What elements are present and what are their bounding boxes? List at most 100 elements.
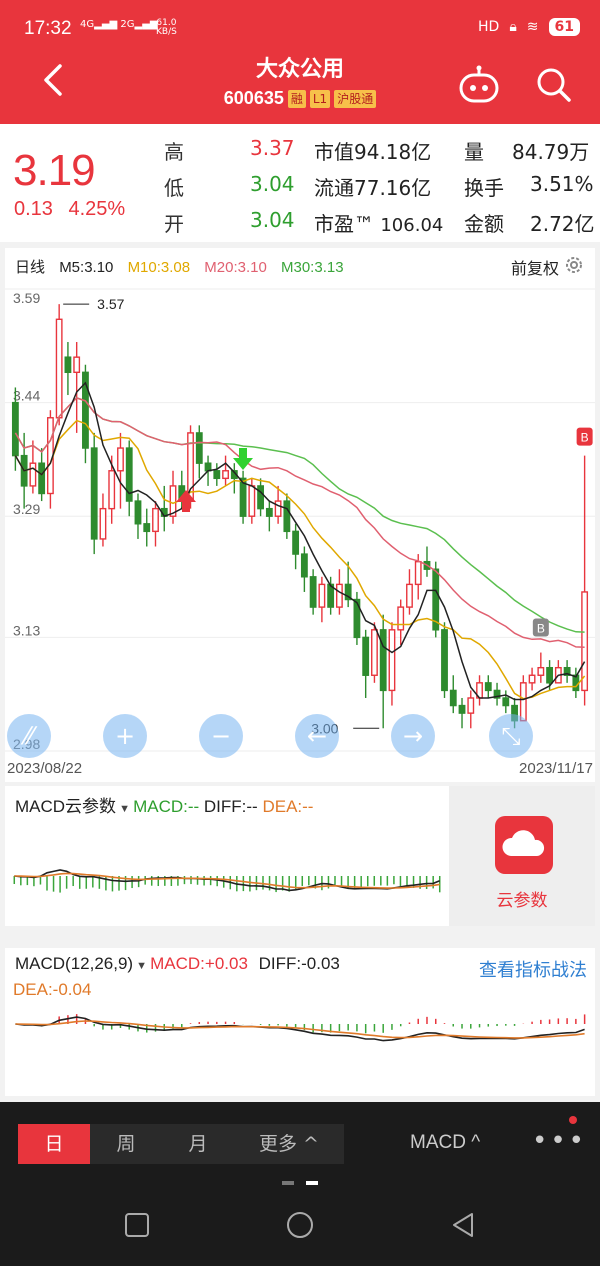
quote-low: 低 xyxy=(164,172,184,201)
candle-body xyxy=(335,583,343,608)
macd-cloud-card: MACD云参数 ▼ MACD:-- DIFF:-- DEA:-- 云参数 xyxy=(5,786,595,926)
caret-down-icon[interactable]: ▼ xyxy=(133,960,150,972)
fullscreen-icon[interactable]: ⤡ xyxy=(489,714,533,758)
mktcap-row: 市值94.18亿 xyxy=(314,136,431,165)
float-row: 流通77.16亿 xyxy=(314,172,431,201)
candle-body xyxy=(441,629,448,692)
candle-body xyxy=(55,318,63,419)
y-tick-label: 3.29 xyxy=(13,501,40,517)
kline-plot[interactable]: 3.593.443.293.132.98 3.573.00BB xyxy=(5,281,595,757)
ma10-line xyxy=(14,419,586,700)
ma10-label: M10:3.08 xyxy=(127,259,191,276)
macd-select[interactable]: MACD(12,26,9) xyxy=(15,954,133,973)
pe-label: 市盈™ xyxy=(314,212,374,236)
candle-body xyxy=(362,636,370,676)
candle-body xyxy=(388,629,396,692)
period-tabs: 日 周 月 更多 ^ xyxy=(18,1124,344,1164)
scroll-right-icon[interactable]: → xyxy=(391,714,435,758)
candle-body xyxy=(502,697,510,707)
candle-body xyxy=(257,485,265,510)
last-price: 3.19 xyxy=(13,146,96,195)
float-label: 流通 xyxy=(314,176,354,200)
candle-body xyxy=(265,507,273,517)
wifi-icon: ≋ xyxy=(526,19,539,35)
buy-marker-label: B xyxy=(537,622,545,636)
signal-icon: 4G▂▄▆ 2G▂▄▆ xyxy=(80,19,158,30)
indicator-select[interactable]: MACD ^ xyxy=(410,1132,480,1154)
adjust-toggle[interactable]: 前复权 xyxy=(511,255,559,279)
quote-high: 高 xyxy=(164,136,184,165)
ma5-label: M5:3.10 xyxy=(59,259,114,276)
ma-legend: 日线 M5:3.10 M10:3.08 M20:3.10 M30:3.13 xyxy=(15,256,354,277)
candle-body xyxy=(143,523,151,533)
buy-marker-label: B xyxy=(581,431,589,445)
nav-back-icon[interactable] xyxy=(448,1210,478,1240)
candle-body xyxy=(300,553,308,578)
price-change: 0.13 4.25% xyxy=(14,198,125,221)
bottom-bar: 日 周 月 更多 ^ MACD ^ ••• xyxy=(0,1102,600,1266)
ma5-line xyxy=(14,381,586,701)
macd-cloud-dea: DEA:-- xyxy=(262,797,314,816)
candle-body xyxy=(248,485,256,517)
battery-icon: 61 xyxy=(548,18,580,36)
y-tick-label: 3.59 xyxy=(13,290,40,306)
strategy-link[interactable]: 查看指标战法 xyxy=(479,956,587,982)
candle-body xyxy=(449,689,457,707)
down-arrow-icon xyxy=(233,448,253,470)
candle-body xyxy=(73,356,81,374)
max-price-label: 3.57 xyxy=(97,296,124,312)
high-value: 3.37 xyxy=(250,136,295,160)
mktcap-value: 94.18亿 xyxy=(354,140,432,164)
candle-body xyxy=(581,591,589,692)
stock-code: 600635 xyxy=(223,88,284,108)
candle-body xyxy=(283,500,291,533)
tag-connect: 沪股通 xyxy=(334,89,377,108)
macd-header: MACD(12,26,9) ▼ MACD:+0.03 DIFF:-0.03 xyxy=(15,954,340,974)
scroll-left-icon[interactable]: ← xyxy=(295,714,339,758)
tab-month[interactable]: 月 xyxy=(162,1124,234,1164)
tab-more[interactable]: 更多 ^ xyxy=(234,1124,344,1164)
macd-value: MACD:+0.03 xyxy=(150,954,248,973)
float-value: 77.16亿 xyxy=(354,176,432,200)
net-label-1: 4G xyxy=(80,19,95,30)
search-icon[interactable] xyxy=(534,65,574,105)
stock-code-row: 600635 融 L1 沪股通 xyxy=(0,88,600,109)
macd-cloud-select[interactable]: MACD云参数 xyxy=(15,797,116,816)
candle-body xyxy=(11,401,19,457)
zoom-in-icon[interactable]: + xyxy=(103,714,147,758)
nav-home-icon[interactable] xyxy=(285,1210,315,1240)
header-bar: 17:32 4G▂▄▆ 2G▂▄▆ 61.0 KB/S HD 🔒︎ ≋ 61 大… xyxy=(0,0,600,124)
candle-body xyxy=(309,576,317,608)
candle-body xyxy=(397,606,405,631)
change-pct: 4.25% xyxy=(68,198,126,220)
macd-cloud-macd: MACD:-- xyxy=(133,797,200,816)
start-date: 2023/08/22 xyxy=(7,760,83,777)
tab-day[interactable]: 日 xyxy=(18,1124,90,1164)
vol-label: 量 xyxy=(464,140,484,164)
candle-body xyxy=(371,629,378,676)
amount-value: 2.72亿 xyxy=(530,212,595,236)
gear-icon[interactable] xyxy=(563,254,585,276)
candle-body xyxy=(537,666,545,676)
candle-body xyxy=(204,462,212,472)
vol-value: 84.79万 xyxy=(512,140,590,164)
nav-recent-icon[interactable] xyxy=(122,1210,152,1240)
amount-label: 金额 xyxy=(464,212,504,236)
cloud-params-button[interactable]: 云参数 xyxy=(449,786,595,926)
period-label[interactable]: 日线 xyxy=(15,259,45,276)
open-value: 3.04 xyxy=(250,208,295,232)
candle-body xyxy=(458,704,466,714)
candle-body xyxy=(528,674,536,684)
more-icon[interactable]: ••• xyxy=(532,1126,587,1156)
low-value: 3.04 xyxy=(250,172,295,196)
turnover-label: 换手 xyxy=(464,176,504,200)
tag-margin: 融 xyxy=(287,89,306,108)
caret-down-icon[interactable]: ▼ xyxy=(116,803,133,815)
candle-body xyxy=(546,666,554,684)
draw-icon[interactable]: ⁄⁄ xyxy=(7,714,51,758)
zoom-out-icon[interactable]: − xyxy=(199,714,243,758)
robot-icon[interactable] xyxy=(457,65,501,105)
hd-icon: HD xyxy=(478,19,500,35)
tab-week[interactable]: 周 xyxy=(90,1124,162,1164)
candle-body xyxy=(222,470,229,480)
